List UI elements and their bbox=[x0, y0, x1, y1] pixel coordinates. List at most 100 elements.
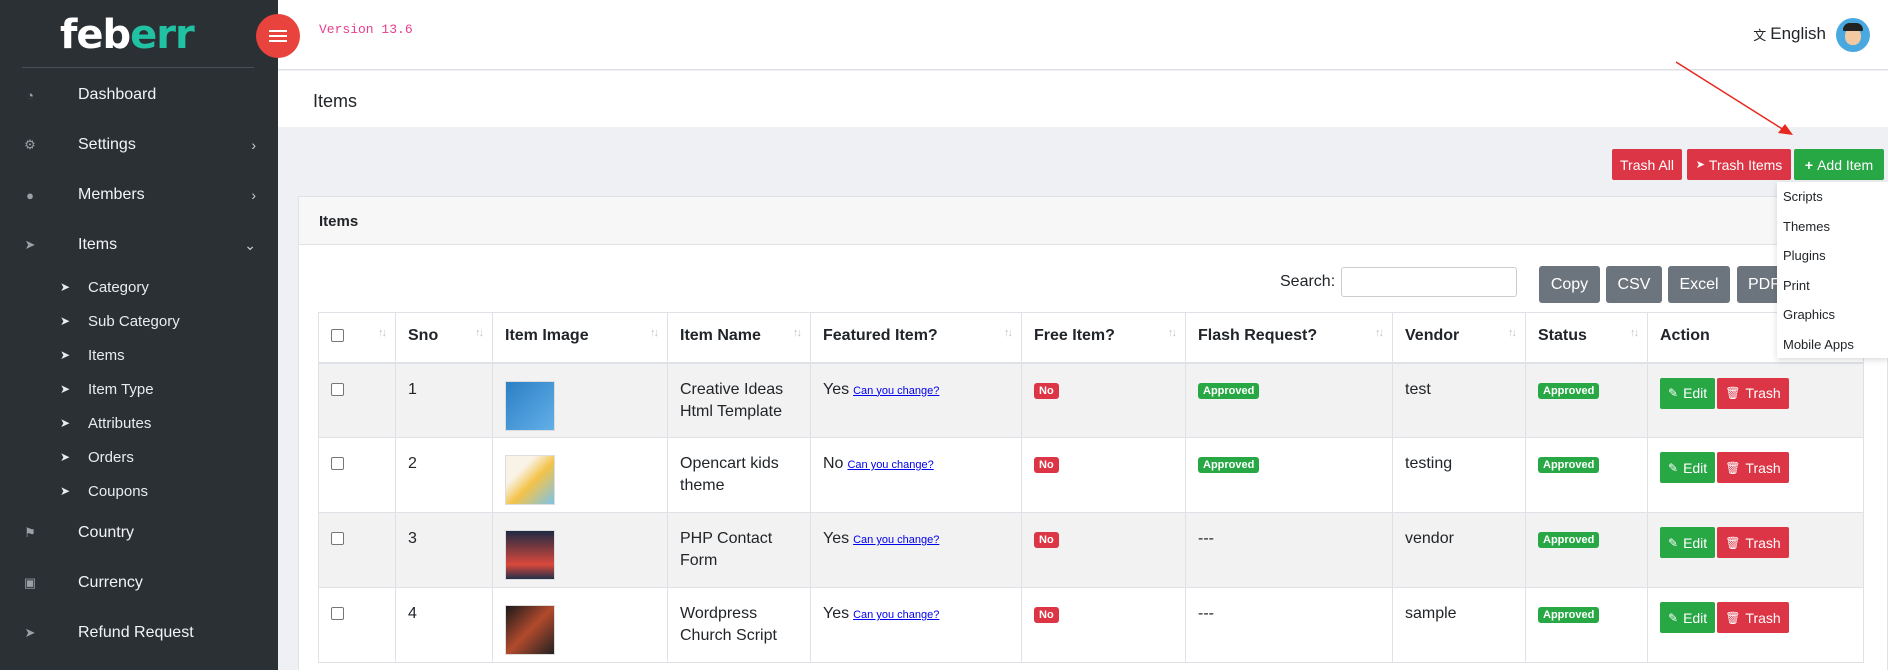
item-name-line: Church Script bbox=[680, 627, 777, 644]
menu-item-themes[interactable]: Themes bbox=[1777, 212, 1888, 242]
sidebar-subitem-coupons[interactable]: ➤ Coupons bbox=[0, 474, 278, 508]
featured-cell: No Can you change? bbox=[810, 437, 1022, 513]
column-header[interactable]: Flash Request? ↑↓ bbox=[1185, 312, 1393, 364]
column-header[interactable]: Status ↑↓ bbox=[1525, 312, 1648, 364]
sidebar-subitem-label: Item Type bbox=[88, 380, 154, 398]
edit-button[interactable]: ✎ Edit bbox=[1660, 377, 1716, 409]
column-header[interactable]: Free Item? ↑↓ bbox=[1021, 312, 1186, 364]
action-cell: ✎ Edit 🗑 Trash bbox=[1647, 512, 1864, 588]
menu-item-scripts[interactable]: Scripts bbox=[1777, 182, 1888, 212]
column-header[interactable]: Vendor ↑↓ bbox=[1392, 312, 1526, 364]
brand-logo[interactable]: feberr bbox=[0, 0, 278, 70]
sidebar-subitem-attributes[interactable]: ➤ Attributes bbox=[0, 406, 278, 440]
select-all-header[interactable]: ↑↓ bbox=[318, 312, 396, 364]
item-thumbnail[interactable] bbox=[505, 380, 555, 431]
sidebar-item-currency[interactable]: ▣ Currency bbox=[0, 558, 278, 608]
sort-icon: ↑↓ bbox=[1375, 327, 1384, 339]
free-cell: No bbox=[1021, 512, 1186, 588]
column-header[interactable]: Item Name ↑↓ bbox=[667, 312, 811, 364]
sidebar-subitem-category[interactable]: ➤ Category bbox=[0, 270, 278, 304]
edit-button[interactable]: ✎ Edit bbox=[1660, 527, 1716, 558]
select-all-checkbox[interactable] bbox=[331, 329, 344, 342]
column-header[interactable]: Sno ↑↓ bbox=[395, 312, 493, 364]
column-header[interactable]: Item Image ↑↓ bbox=[492, 312, 668, 364]
change-featured-link[interactable]: Can you change? bbox=[853, 385, 939, 397]
change-featured-link[interactable]: Can you change? bbox=[853, 534, 939, 546]
sidebar: feberr ◔ Dashboard ⚙ Settings › ● Member… bbox=[0, 0, 278, 670]
sidebar-item-label: Members bbox=[78, 186, 145, 203]
menu-item-mobile-apps[interactable]: Mobile Apps bbox=[1777, 330, 1888, 360]
search-label: Search: bbox=[1280, 273, 1336, 290]
edit-label: Edit bbox=[1683, 385, 1708, 401]
sidebar-item-country[interactable]: ⚑ Country bbox=[0, 508, 278, 558]
copy-button[interactable]: Copy bbox=[1539, 266, 1600, 303]
sidebar-item-settings[interactable]: ⚙ Settings › bbox=[0, 120, 278, 170]
table-row: 2 Opencart kids theme No Can you change? N… bbox=[318, 437, 1864, 513]
excel-button[interactable]: Excel bbox=[1668, 266, 1730, 303]
flash-cell: Approved bbox=[1185, 362, 1393, 438]
sidebar-item-items[interactable]: ➤ Items ⌄ bbox=[0, 220, 278, 270]
column-header-label: Flash Request? bbox=[1198, 327, 1318, 344]
status-badge: Approved bbox=[1198, 382, 1260, 399]
sidebar-item-refund-request[interactable]: ➤ Refund Request bbox=[0, 608, 278, 658]
menu-item-plugins[interactable]: Plugins bbox=[1777, 241, 1888, 271]
menu-item-graphics[interactable]: Graphics bbox=[1777, 300, 1888, 330]
item-thumbnail[interactable] bbox=[505, 605, 555, 655]
row-checkbox[interactable] bbox=[331, 532, 344, 545]
trash-button[interactable]: 🗑 Trash bbox=[1717, 452, 1789, 483]
item-thumbnail[interactable] bbox=[505, 530, 555, 580]
sidebar-subitem-item-type[interactable]: ➤ Item Type bbox=[0, 372, 278, 406]
featured-value: Yes bbox=[823, 605, 850, 622]
sidebar-subitem-orders[interactable]: ➤ Orders bbox=[0, 440, 278, 474]
status-badge: No bbox=[1034, 532, 1059, 548]
search-input[interactable] bbox=[1341, 267, 1518, 297]
column-header[interactable]: Featured Item? ↑↓ bbox=[810, 312, 1022, 364]
sort-icon: ↑↓ bbox=[1508, 327, 1517, 339]
row-checkbox[interactable] bbox=[331, 607, 344, 620]
trash-button[interactable]: 🗑 Trash bbox=[1717, 527, 1789, 558]
row-checkbox[interactable] bbox=[331, 382, 344, 396]
sidebar-item-dashboard[interactable]: ◔ Dashboard bbox=[0, 70, 278, 120]
item-name-line: Form bbox=[680, 552, 718, 569]
featured-value: No bbox=[823, 455, 844, 472]
trash-items-label: Trash Items bbox=[1708, 156, 1783, 173]
item-thumbnail[interactable] bbox=[505, 455, 555, 505]
trash-all-label: Trash All bbox=[1620, 156, 1674, 173]
trash-icon: 🗑 bbox=[1725, 460, 1741, 475]
featured-value: Yes bbox=[823, 530, 850, 547]
featured-cell: Yes Can you change? bbox=[810, 512, 1022, 588]
trash-items-button[interactable]: ➤ Trash Items bbox=[1687, 149, 1791, 180]
free-cell: No bbox=[1021, 362, 1186, 438]
sort-icon: ↑↓ bbox=[1004, 327, 1013, 339]
sidebar-item-members[interactable]: ● Members › bbox=[0, 170, 278, 220]
chevron-right-icon: › bbox=[251, 187, 256, 203]
change-featured-link[interactable]: Can you change? bbox=[847, 459, 933, 471]
sidebar-subitem-items[interactable]: ➤ Items bbox=[0, 338, 278, 372]
language-selector[interactable]: 文 English bbox=[1753, 24, 1826, 44]
row-checkbox[interactable] bbox=[331, 457, 344, 470]
paper-plane-icon: ➤ bbox=[60, 484, 71, 498]
table-header-row: ↑↓ Sno ↑↓ Item Image ↑↓ Item Name ↑↓ Featur… bbox=[318, 312, 1864, 364]
image-cell bbox=[492, 362, 668, 438]
menu-item-print[interactable]: Print bbox=[1777, 271, 1888, 301]
trash-label: Trash bbox=[1745, 459, 1781, 476]
csv-button[interactable]: CSV bbox=[1606, 266, 1662, 303]
status-cell: Approved bbox=[1525, 437, 1648, 513]
edit-button[interactable]: ✎ Edit bbox=[1660, 602, 1716, 633]
sort-icon: ↑↓ bbox=[650, 327, 659, 339]
status-cell: Approved bbox=[1525, 362, 1648, 438]
trash-all-button[interactable]: Trash All bbox=[1612, 149, 1682, 180]
change-featured-link[interactable]: Can you change? bbox=[853, 609, 939, 621]
sidebar-subitem-label: Category bbox=[88, 278, 149, 296]
item-name-line: Creative Ideas bbox=[680, 380, 784, 398]
sidebar-subitem-sub-category[interactable]: ➤ Sub Category bbox=[0, 304, 278, 338]
status-badge: Approved bbox=[1538, 607, 1600, 623]
trash-button[interactable]: 🗑 Trash bbox=[1717, 602, 1789, 633]
trash-button[interactable]: 🗑 Trash bbox=[1717, 377, 1789, 409]
add-item-button[interactable]: + Add Item bbox=[1794, 149, 1884, 180]
menu-toggle-button[interactable] bbox=[256, 14, 300, 58]
action-cell: ✎ Edit 🗑 Trash bbox=[1647, 587, 1864, 663]
paper-plane-icon: ➤ bbox=[60, 348, 71, 362]
edit-button[interactable]: ✎ Edit bbox=[1660, 452, 1716, 483]
avatar[interactable] bbox=[1836, 18, 1870, 52]
